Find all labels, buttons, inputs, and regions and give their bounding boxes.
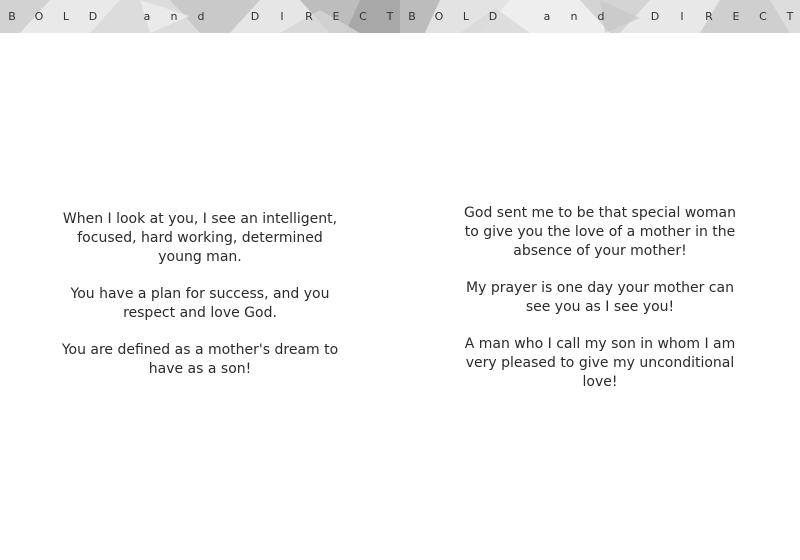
- banner-letter: [514, 9, 526, 25]
- paragraph: You are defined as a mother's dream to h…: [61, 342, 339, 377]
- paragraph: When I look at you, I see an intelligent…: [62, 211, 338, 265]
- banner-letter: a: [143, 10, 151, 23]
- banner-letter: L: [62, 10, 70, 23]
- left-page-text: When I look at you, I see an intelligent…: [55, 210, 345, 379]
- banner-letter: [222, 9, 234, 25]
- banner-letter: D: [88, 10, 98, 23]
- banner-letter: B: [408, 10, 416, 23]
- banner-letter: I: [280, 10, 284, 23]
- right-page-text: God sent me to be that special woman to …: [455, 204, 745, 392]
- paragraph: My prayer is one day your mother can see…: [466, 280, 734, 315]
- right-page: B O L D a n d D I R E C T God sent me to…: [400, 0, 800, 560]
- banner-letter: I: [680, 10, 684, 23]
- banner-letter: B: [8, 10, 16, 23]
- banner-letter: E: [732, 10, 740, 23]
- banner-letter: C: [359, 10, 367, 23]
- banner-letter: T: [786, 10, 794, 23]
- banner-letter: D: [250, 10, 260, 23]
- banner-letter: L: [462, 10, 470, 23]
- book-spread: B O L D a n d D I R E C T When I look at…: [0, 0, 800, 560]
- banner-letter: a: [543, 10, 551, 23]
- banner-letter: C: [759, 10, 767, 23]
- banner-letter: D: [488, 10, 498, 23]
- banner-letter: D: [650, 10, 660, 23]
- banner-letter: R: [705, 10, 713, 23]
- banner-letter: n: [570, 10, 578, 23]
- header-banner: B O L D a n d D I R E C T: [400, 0, 800, 33]
- banner-letter: T: [386, 10, 394, 23]
- banner-letter: n: [170, 10, 178, 23]
- banner-letter: [114, 9, 126, 25]
- banner-letter: E: [332, 10, 340, 23]
- paragraph: God sent me to be that special woman to …: [464, 205, 736, 259]
- banner-letter: [622, 9, 634, 25]
- banner-letter: O: [434, 10, 444, 23]
- banner-letter: O: [34, 10, 44, 23]
- left-page: B O L D a n d D I R E C T When I look at…: [0, 0, 400, 560]
- banner-letter: d: [597, 10, 605, 23]
- banner-title: B O L D a n d D I R E C T: [0, 9, 400, 25]
- banner-letter: R: [305, 10, 313, 23]
- header-banner: B O L D a n d D I R E C T: [0, 0, 400, 33]
- banner-letter: d: [197, 10, 205, 23]
- banner-title: B O L D a n d D I R E C T: [400, 9, 800, 25]
- paragraph: You have a plan for success, and you res…: [70, 286, 330, 321]
- paragraph: A man who I call my son in whom I am ver…: [464, 336, 736, 390]
